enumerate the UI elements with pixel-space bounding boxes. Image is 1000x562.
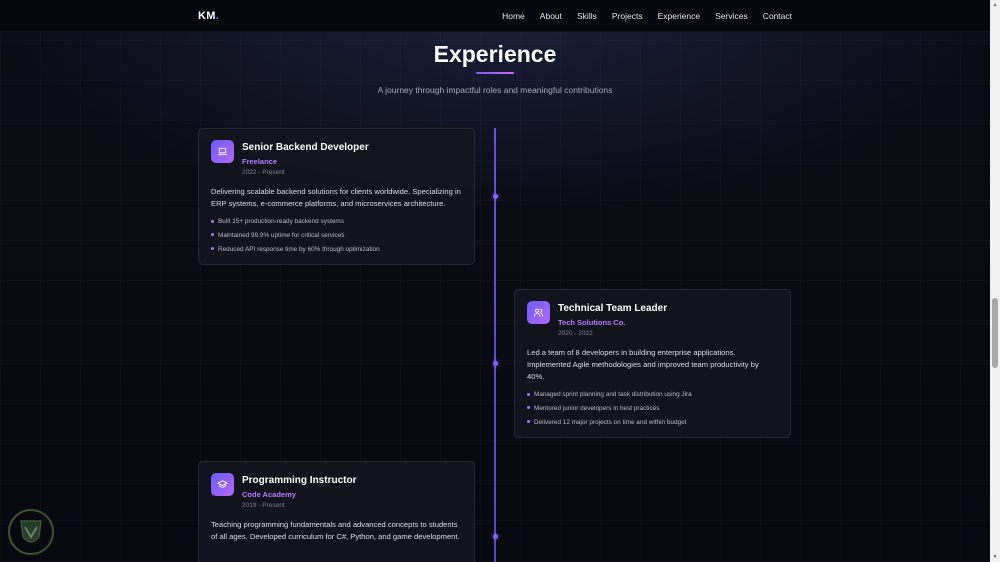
- experience-card-2: Technical Team Leader Tech Solutions Co.…: [514, 289, 791, 438]
- role-description: Delivering scalable backend solutions fo…: [211, 187, 461, 208]
- company-name: Freelance: [242, 157, 278, 166]
- logo-dot: .: [215, 10, 220, 22]
- period: 2019 - Present: [242, 502, 285, 509]
- role-title: Programming Instructor: [242, 475, 357, 486]
- page: KM. Home About Skills Projects Experienc…: [0, 0, 1000, 562]
- logo-text: KM: [198, 10, 216, 22]
- users-icon: [527, 301, 550, 324]
- nav-link-contact[interactable]: Contact: [763, 11, 792, 21]
- nav-link-home[interactable]: Home: [502, 11, 525, 21]
- timeline-dot-3: [492, 534, 498, 539]
- experience-card-1: Senior Backend Developer Freelance 2022 …: [198, 128, 475, 265]
- achievement-item: Built 15+ production-ready backend syste…: [211, 217, 462, 226]
- title-underline: [476, 72, 514, 74]
- timeline-dot-1: [492, 194, 498, 199]
- period: 2020 - 2022: [558, 330, 593, 337]
- scroll-down-icon[interactable]: ▼: [991, 553, 999, 561]
- nav-link-skills[interactable]: Skills: [577, 11, 597, 21]
- nav-link-services[interactable]: Services: [715, 11, 748, 21]
- achievements-list: Managed sprint planning and task distrib…: [527, 390, 778, 427]
- achievement-item: Delivered 12 major projects on time and …: [527, 418, 778, 427]
- scrollbar-thumb[interactable]: [992, 298, 998, 368]
- role-description: Teaching programming fundamentals and ad…: [211, 520, 460, 541]
- scroll-up-icon[interactable]: ▲: [991, 1, 999, 9]
- top-navbar: KM. Home About Skills Projects Experienc…: [0, 0, 990, 32]
- company-name: Code Academy: [242, 490, 296, 499]
- role-title: Technical Team Leader: [558, 303, 668, 314]
- achievement-item: Managed sprint planning and task distrib…: [527, 390, 778, 399]
- nav-link-about[interactable]: About: [540, 11, 562, 21]
- site-logo[interactable]: KM.: [198, 10, 219, 22]
- role-title: Senior Backend Developer: [242, 142, 369, 153]
- graduation-cap-icon: [211, 473, 234, 496]
- timeline-dot-2: [492, 361, 498, 366]
- achievement-item: Mentored junior developers in best pract…: [527, 404, 778, 413]
- experience-card-3: Programming Instructor Code Academy 2019…: [198, 461, 475, 562]
- nav-link-projects[interactable]: Projects: [612, 11, 643, 21]
- period: 2022 - Present: [242, 169, 285, 176]
- nav-link-experience[interactable]: Experience: [658, 11, 701, 21]
- section-title: Experience: [433, 41, 557, 67]
- role-description: Led a team of 8 developers in building e…: [527, 348, 759, 381]
- achievement-item: Reduced API response time by 60% through…: [211, 245, 462, 254]
- section-subtitle: A journey through impactful roles and me…: [377, 85, 613, 95]
- scrollbar-track[interactable]: [990, 0, 1000, 562]
- achievements-list: Built 15+ production-ready backend syste…: [211, 217, 462, 254]
- laptop-icon: [211, 140, 234, 163]
- company-name: Tech Solutions Co.: [558, 318, 626, 327]
- achievement-item: Maintained 99.9% uptime for critical ser…: [211, 231, 462, 240]
- watermark-logo: [6, 507, 56, 557]
- nav-links: Home About Skills Projects Experience Se…: [502, 11, 792, 21]
